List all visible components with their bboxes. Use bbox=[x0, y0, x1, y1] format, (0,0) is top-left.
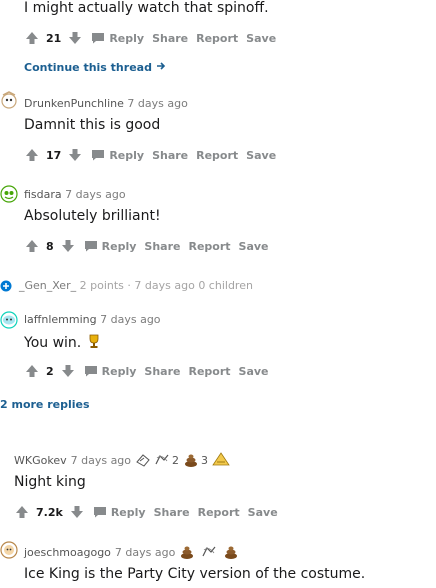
comment-actions: 17 Reply Share Report Save bbox=[24, 147, 276, 163]
vote-score: 2 bbox=[46, 364, 54, 378]
wholesome-award-icon[interactable] bbox=[201, 544, 217, 560]
reply-button[interactable]: Reply bbox=[84, 239, 137, 253]
comment-text: Absolutely brilliant! bbox=[24, 208, 161, 224]
downvote-icon[interactable] bbox=[67, 30, 83, 46]
arrow-right-icon bbox=[156, 62, 165, 70]
username[interactable]: WKGokev bbox=[14, 454, 67, 467]
report-button[interactable]: Report bbox=[198, 506, 240, 519]
comment-actions: 21 Reply Share Report Save bbox=[24, 30, 276, 46]
downvote-icon[interactable] bbox=[60, 238, 76, 254]
chat-bubble-icon bbox=[92, 33, 105, 44]
username[interactable]: _Gen_Xer_ bbox=[19, 279, 76, 292]
poop-award-icon[interactable] bbox=[223, 544, 239, 560]
timestamp[interactable]: 7 days ago bbox=[71, 454, 131, 467]
comment-meta: laffnlemming 7 days ago bbox=[24, 313, 161, 326]
award-count: 3 bbox=[201, 453, 209, 467]
share-button[interactable]: Share bbox=[144, 365, 180, 378]
comment-actions: 7.2k Reply Share Report Save bbox=[14, 504, 278, 520]
upvote-icon[interactable] bbox=[24, 30, 40, 46]
more-replies-link[interactable]: 2 more replies bbox=[0, 398, 90, 411]
share-button[interactable]: Share bbox=[154, 506, 190, 519]
save-button[interactable]: Save bbox=[239, 365, 269, 378]
comment-text: You win. bbox=[24, 333, 102, 351]
reply-button[interactable]: Reply bbox=[93, 506, 146, 519]
timestamp[interactable]: 7 days ago bbox=[65, 188, 125, 201]
save-button[interactable]: Save bbox=[246, 32, 276, 45]
chat-bubble-icon bbox=[84, 241, 97, 252]
separator-dot: · bbox=[127, 279, 131, 292]
report-button[interactable]: Report bbox=[188, 240, 230, 253]
downvote-icon[interactable] bbox=[60, 363, 76, 379]
upvote-icon[interactable] bbox=[24, 363, 40, 379]
avatar[interactable] bbox=[0, 541, 18, 559]
trophy-icon bbox=[89, 334, 99, 348]
timestamp[interactable]: 7 days ago bbox=[115, 546, 175, 559]
comment-meta: fisdara 7 days ago bbox=[24, 188, 126, 201]
save-button[interactable]: Save bbox=[239, 240, 269, 253]
report-button[interactable]: Report bbox=[196, 32, 238, 45]
vote-score: 17 bbox=[46, 148, 62, 162]
continue-thread-link[interactable]: Continue this thread bbox=[24, 61, 166, 74]
comment-text: Night king bbox=[14, 474, 86, 490]
children-count: 0 children bbox=[198, 279, 253, 292]
continue-thread-label: Continue this thread bbox=[24, 61, 152, 74]
comment-body: You win. bbox=[24, 335, 82, 351]
upvote-icon[interactable] bbox=[24, 238, 40, 254]
username[interactable]: laffnlemming bbox=[24, 313, 97, 326]
comment-text: Ice King is the Party City version of th… bbox=[24, 566, 366, 582]
share-button[interactable]: Share bbox=[144, 240, 180, 253]
poop-award-icon[interactable] bbox=[183, 452, 199, 468]
award-count: 2 bbox=[172, 453, 180, 467]
reply-button[interactable]: Reply bbox=[91, 32, 144, 45]
upvote-icon[interactable] bbox=[24, 147, 40, 163]
save-button[interactable]: Save bbox=[248, 506, 278, 519]
timestamp[interactable]: 7 days ago bbox=[100, 313, 160, 326]
comment-meta: WKGokev 7 days ago 2 3 bbox=[14, 452, 230, 468]
comment-actions: 8 Reply Share Report Save bbox=[24, 238, 269, 254]
username[interactable]: joeschmoagogo bbox=[24, 546, 111, 559]
save-button[interactable]: Save bbox=[246, 149, 276, 162]
share-button[interactable]: Share bbox=[152, 32, 188, 45]
share-button[interactable]: Share bbox=[152, 149, 188, 162]
avatar[interactable] bbox=[0, 91, 18, 109]
poop-award-icon[interactable] bbox=[179, 544, 195, 560]
reply-button[interactable]: Reply bbox=[91, 149, 144, 162]
reply-label: Reply bbox=[101, 239, 137, 253]
reply-label: Reply bbox=[109, 31, 145, 45]
reply-label: Reply bbox=[109, 148, 145, 162]
comment-text: I might actually watch that spinoff. bbox=[24, 0, 269, 16]
report-button[interactable]: Report bbox=[196, 149, 238, 162]
username[interactable]: DrunkenPunchline bbox=[24, 97, 124, 110]
avatar[interactable] bbox=[0, 311, 18, 329]
report-button[interactable]: Report bbox=[188, 365, 230, 378]
collapsed-comment-meta: _Gen_Xer_ 2 points · 7 days ago 0 childr… bbox=[19, 279, 253, 292]
upvote-icon[interactable] bbox=[14, 504, 30, 520]
comment-meta: DrunkenPunchline 7 days ago bbox=[24, 97, 188, 110]
chat-bubble-icon bbox=[84, 366, 97, 377]
wholesome-award-icon[interactable] bbox=[154, 452, 170, 468]
downvote-icon[interactable] bbox=[67, 147, 83, 163]
vote-score: 7.2k bbox=[36, 505, 63, 519]
vote-score: 21 bbox=[46, 31, 62, 45]
points: 2 points bbox=[79, 279, 124, 292]
downvote-icon[interactable] bbox=[69, 504, 85, 520]
gold-award-icon[interactable] bbox=[212, 452, 230, 468]
vote-score: 8 bbox=[46, 239, 54, 253]
comment-meta: joeschmoagogo 7 days ago bbox=[24, 544, 239, 560]
timestamp[interactable]: 7 days ago bbox=[134, 279, 194, 292]
helpful-award-icon[interactable] bbox=[135, 452, 151, 468]
username[interactable]: fisdara bbox=[24, 188, 62, 201]
chat-bubble-icon bbox=[93, 507, 106, 518]
comment-text: Damnit this is good bbox=[24, 117, 161, 133]
expand-icon[interactable] bbox=[0, 280, 12, 292]
comment-actions: 2 Reply Share Report Save bbox=[24, 363, 269, 379]
chat-bubble-icon bbox=[92, 150, 105, 161]
reply-button[interactable]: Reply bbox=[84, 364, 137, 378]
avatar[interactable] bbox=[0, 185, 18, 203]
reply-label: Reply bbox=[110, 505, 146, 519]
reply-label: Reply bbox=[101, 364, 137, 378]
timestamp[interactable]: 7 days ago bbox=[127, 97, 187, 110]
